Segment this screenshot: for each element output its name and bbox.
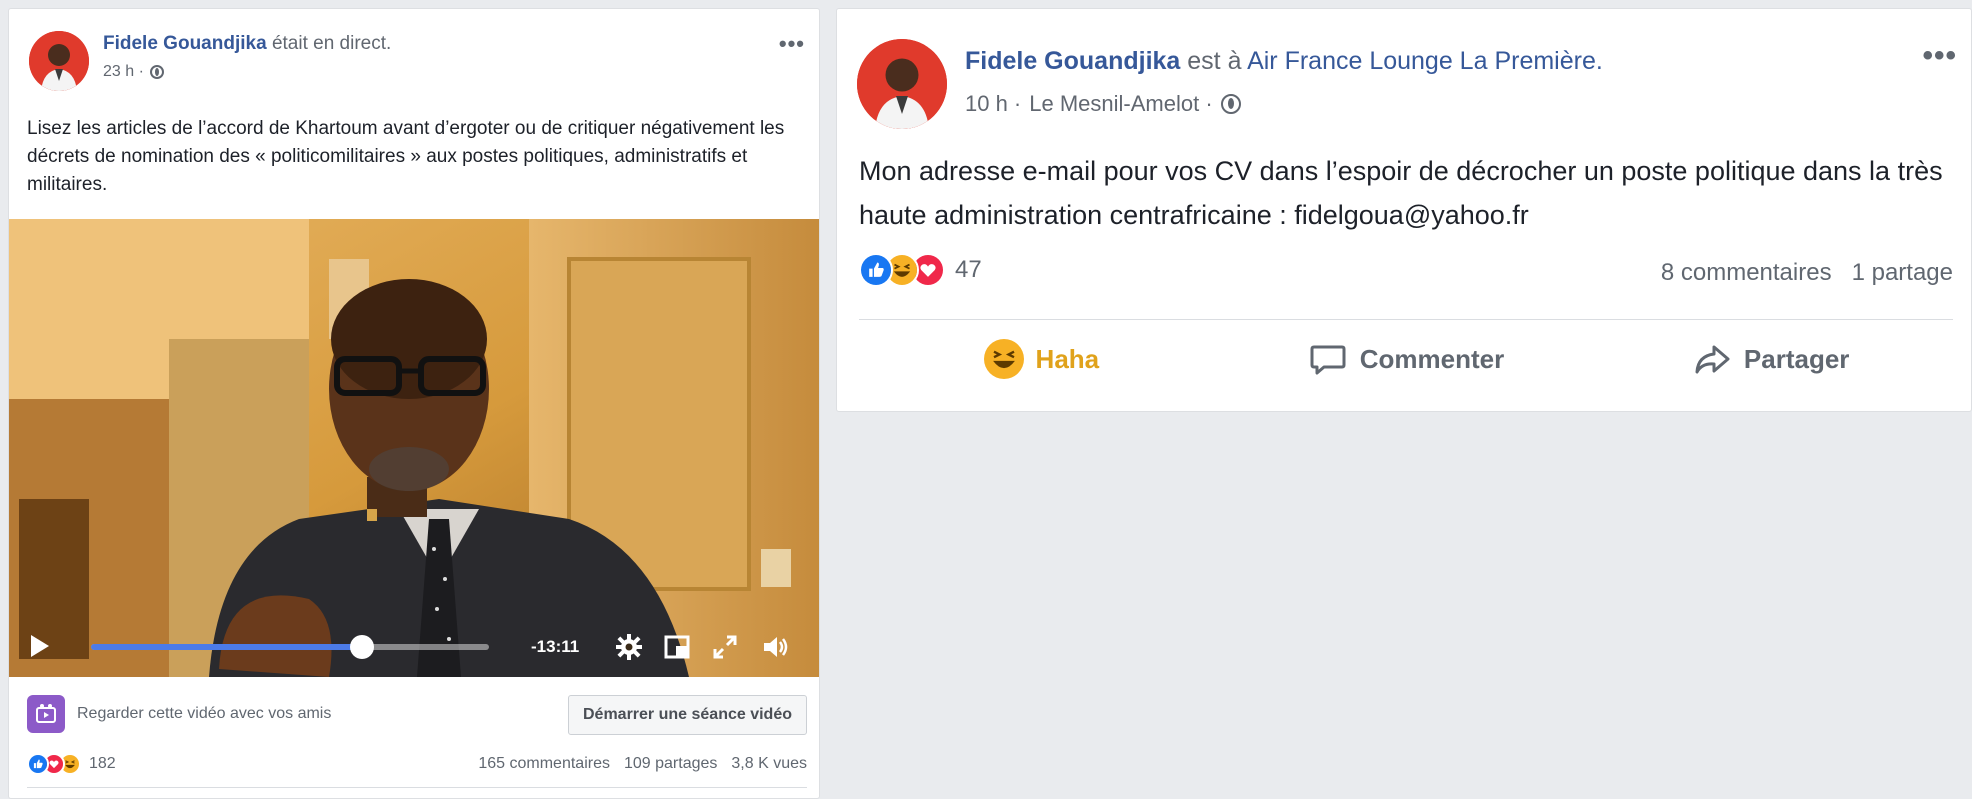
post-stats: 47 8 commentaires 1 partage [859, 253, 1953, 289]
video-progress-fill [91, 644, 362, 650]
comment-label: Commenter [1359, 343, 1505, 374]
reactions-count: 182 [89, 755, 116, 772]
mini-player-icon[interactable] [663, 633, 691, 661]
fullscreen-icon[interactable] [711, 633, 739, 661]
share-label: Partager [1743, 343, 1850, 374]
reactions-count: 47 [955, 256, 982, 283]
post-actions: Haha Commenter Partager [859, 331, 1953, 387]
like-reaction-icon [859, 253, 893, 287]
engagement-stats: 8 commentaires 1 partage [1661, 259, 1953, 287]
haha-reaction-button[interactable]: Haha [859, 331, 1224, 387]
play-icon[interactable] [31, 635, 49, 657]
comments-count-link[interactable]: 165 commentaires [478, 755, 610, 773]
start-watch-party-button[interactable]: Démarrer une séance vidéo [568, 695, 807, 735]
video-player[interactable]: -13:11 [9, 219, 819, 677]
post-header: Fidele Gouandjika était en direct. 23 h … [9, 9, 819, 91]
post-meta: 23 h · [103, 63, 164, 81]
video-frame [9, 219, 819, 677]
globe-icon [1220, 94, 1241, 114]
reactions-summary[interactable]: 182 [27, 753, 116, 775]
globe-icon [149, 65, 164, 79]
comment-button[interactable]: Commenter [1224, 331, 1589, 387]
video-time-remaining: -13:11 [531, 637, 580, 656]
share-icon [1692, 339, 1732, 379]
video-progress-bar[interactable] [91, 635, 489, 659]
shares-count-link[interactable]: 1 partage [1852, 259, 1953, 287]
post-action-text: est à [1187, 47, 1242, 75]
watch-party-row: Regarder cette vidéo avec vos amis Démar… [27, 691, 807, 737]
divider [27, 787, 807, 788]
more-options-icon[interactable]: ••• [779, 31, 805, 57]
gear-icon[interactable] [615, 633, 643, 661]
share-button[interactable]: Partager [1588, 331, 1953, 387]
engagement-stats: 165 commentaires 109 partages 3,8 K vues [478, 755, 807, 773]
shares-count-link[interactable]: 109 partages [624, 755, 717, 773]
comment-icon [1308, 339, 1348, 379]
author-name-link[interactable]: Fidele Gouandjika [103, 33, 267, 54]
post-title-line: Fidele Gouandjika est à Air France Loung… [965, 47, 1603, 76]
views-count: 3,8 K vues [731, 755, 807, 772]
author-avatar[interactable] [857, 39, 947, 129]
video-scrubber-handle[interactable] [349, 635, 374, 659]
author-name-link[interactable]: Fidele Gouandjika [965, 47, 1180, 75]
post-timestamp[interactable]: 23 h · [103, 63, 144, 81]
post-meta: 10 h · Le Mesnil-Amelot · [965, 91, 1241, 117]
post-action-text: était en direct. [271, 33, 392, 54]
post-title-line: Fidele Gouandjika était en direct. [103, 33, 391, 55]
divider [859, 319, 1953, 320]
like-reaction-icon [27, 753, 49, 775]
video-controls: -13:11 [9, 613, 819, 677]
post-text: Lisez les articles de l’accord de Kharto… [27, 118, 785, 195]
post-text: Mon adresse e-mail pour vos CV dans l’es… [859, 156, 1943, 230]
haha-label: Haha [1035, 343, 1100, 374]
volume-icon[interactable] [761, 633, 789, 661]
screenshot-canvas: Fidele Gouandjika était en direct. 23 h … [0, 0, 1972, 799]
live-video-post: Fidele Gouandjika était en direct. 23 h … [8, 8, 820, 799]
location-link[interactable]: Le Mesnil-Amelot · [1029, 91, 1212, 117]
author-avatar[interactable] [29, 31, 89, 91]
watch-party-icon [27, 695, 65, 733]
comments-count-link[interactable]: 8 commentaires [1661, 259, 1832, 287]
post-timestamp[interactable]: 10 h · [965, 91, 1021, 117]
watch-party-label: Regarder cette vidéo avec vos amis [77, 705, 332, 722]
post-stats: 182 165 commentaires 109 partages 3,8 K … [27, 753, 807, 779]
checkin-post: Fidele Gouandjika est à Air France Loung… [836, 8, 1972, 412]
more-options-icon[interactable]: ••• [1922, 39, 1957, 73]
haha-icon [983, 339, 1024, 379]
reactions-summary[interactable]: 47 [859, 253, 982, 287]
place-link[interactable]: Air France Lounge La Première. [1247, 47, 1603, 75]
